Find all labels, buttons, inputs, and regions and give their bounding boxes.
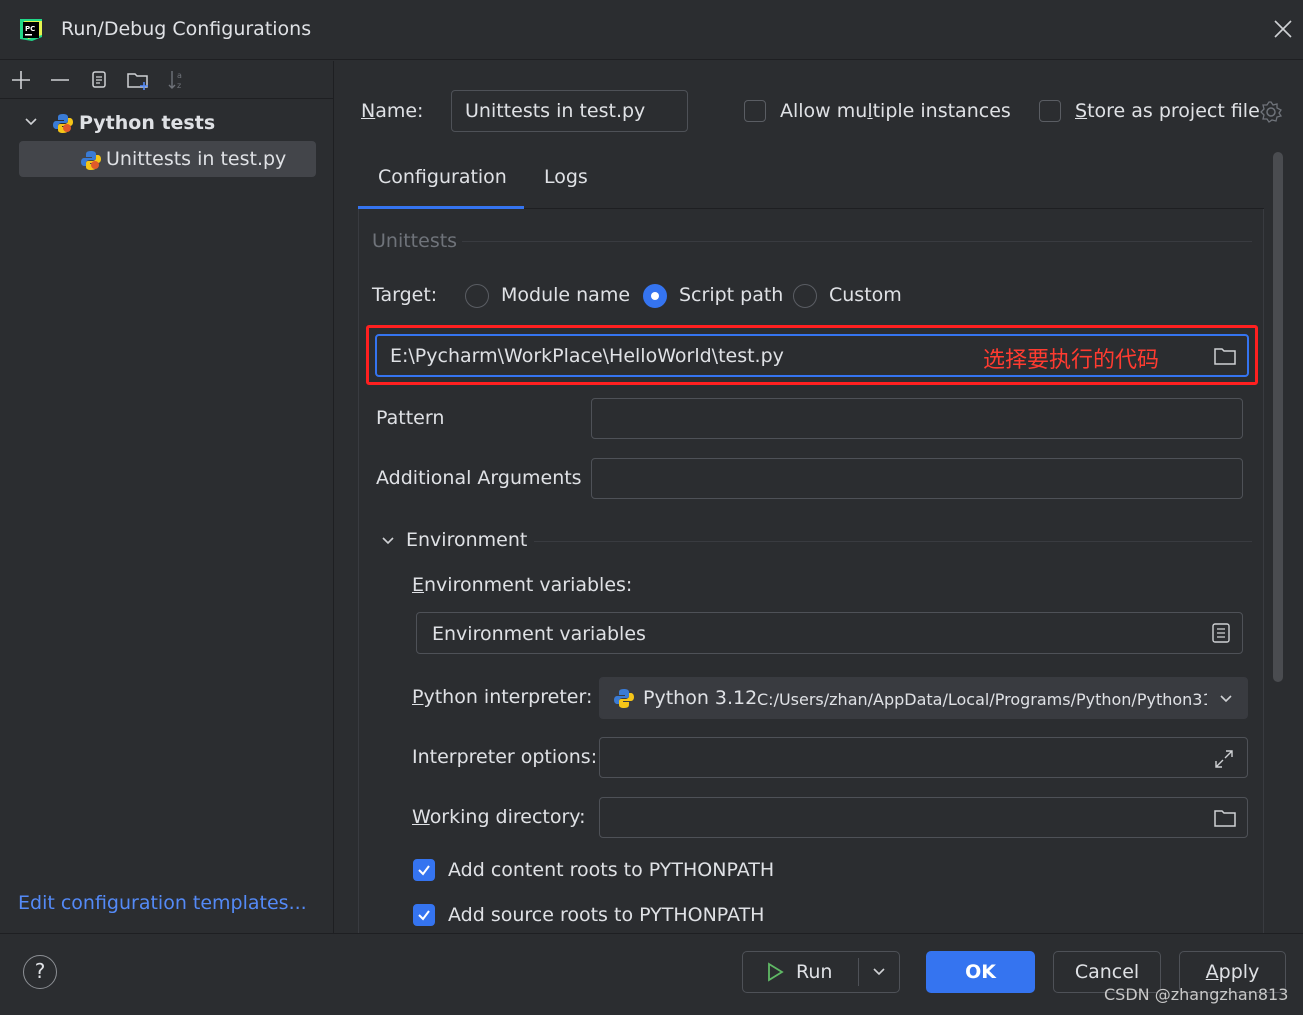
additional-arguments-input[interactable]: [591, 458, 1243, 499]
source-roots-label: Add source roots to PYTHONPATH: [448, 904, 765, 926]
copy-icon[interactable]: [86, 67, 112, 93]
watermark-text: CSDN @zhangzhan813: [1104, 985, 1289, 1004]
env-vars-label: Environment variables:: [412, 574, 633, 596]
folder-icon[interactable]: [1213, 344, 1237, 368]
run-button[interactable]: Run: [796, 961, 832, 983]
radio-script-path[interactable]: [643, 284, 667, 308]
chevron-down-icon[interactable]: [379, 532, 397, 550]
run-button-group: Run: [742, 951, 900, 993]
sort-icon[interactable]: a z: [164, 67, 190, 93]
allow-multiple-checkbox[interactable]: [744, 100, 766, 122]
check-icon: [418, 910, 430, 921]
edit-templates-link[interactable]: Edit configuration templates...: [18, 892, 307, 914]
chevron-down-icon[interactable]: [22, 113, 40, 131]
ok-button[interactable]: OK: [926, 951, 1035, 993]
radio-script-path-label: Script path: [679, 284, 784, 306]
radio-custom[interactable]: [793, 284, 817, 308]
svg-text:z: z: [177, 81, 181, 90]
expand-icon[interactable]: [1212, 747, 1236, 771]
env-vars-input[interactable]: Environment variables: [416, 612, 1243, 654]
remove-icon[interactable]: [47, 67, 73, 93]
add-icon[interactable]: [8, 67, 34, 93]
python-icon: [614, 689, 634, 708]
python-tests-icon: [53, 114, 73, 133]
script-path-value: E:\Pycharm\WorkPlace\HelloWorld\test.py: [390, 345, 784, 367]
env-vars-placeholder: Environment variables: [432, 623, 646, 645]
interpreter-options-label: Interpreter options:: [412, 746, 598, 768]
python-interpreter-dropdown[interactable]: Python 3.12 C:/Users/zhan/AppData/Local/…: [599, 677, 1248, 719]
tree-parent-label: Python tests: [79, 112, 216, 134]
folder-icon[interactable]: [1213, 806, 1237, 830]
source-roots-checkbox[interactable]: [413, 904, 435, 926]
interpreter-name: Python 3.12: [643, 687, 758, 709]
new-folder-icon[interactable]: [125, 67, 151, 93]
environment-section-title[interactable]: Environment: [406, 529, 527, 551]
python-icon: [81, 151, 101, 170]
content-roots-label: Add content roots to PYTHONPATH: [448, 859, 775, 881]
name-input-value: Unittests in test.py: [465, 100, 646, 122]
target-label: Target:: [372, 284, 438, 306]
section-separator: [462, 241, 1252, 242]
pycharm-logo-icon: PC: [20, 19, 42, 41]
tab-configuration[interactable]: Configuration: [378, 166, 507, 188]
tab-logs[interactable]: Logs: [544, 166, 588, 188]
check-icon: [418, 865, 430, 876]
additional-arguments-label: Additional Arguments: [376, 467, 582, 489]
working-directory-input[interactable]: [599, 797, 1248, 838]
chevron-down-icon[interactable]: [870, 963, 888, 981]
pattern-input[interactable]: [591, 398, 1243, 439]
list-icon[interactable]: [1209, 621, 1233, 645]
interpreter-options-input[interactable]: [599, 737, 1248, 778]
python-interpreter-label: Python interpreter:: [412, 686, 593, 708]
environment-separator: [534, 541, 1252, 542]
name-input[interactable]: Unittests in test.py: [451, 90, 688, 132]
annotation-text: 选择要执行的代码: [983, 348, 1160, 373]
vertical-scrollbar[interactable]: [1273, 152, 1283, 682]
chevron-down-icon: [1220, 695, 1232, 703]
name-label: Name:: [361, 100, 424, 122]
window-title: Run/Debug Configurations: [61, 18, 312, 40]
interpreter-path: C:/Users/zhan/AppData/Local/Programs/Pyt…: [757, 690, 1207, 709]
pattern-label: Pattern: [376, 407, 445, 429]
radio-module-name[interactable]: [465, 284, 489, 308]
svg-text:a: a: [177, 71, 182, 80]
allow-multiple-label: Allow multiple instances: [780, 100, 1011, 122]
working-directory-label: Working directory:: [412, 806, 586, 828]
section-title-unittests: Unittests: [372, 230, 458, 252]
tree-child-label: Unittests in test.py: [106, 148, 287, 170]
close-icon[interactable]: [1270, 16, 1296, 42]
run-button-divider: [858, 958, 859, 986]
gear-icon[interactable]: [1259, 100, 1283, 124]
radio-custom-label: Custom: [829, 284, 902, 306]
configurations-tree-panel: [0, 61, 334, 933]
store-project-file-checkbox[interactable]: [1039, 100, 1061, 122]
store-project-file-label: Store as project file: [1075, 100, 1260, 122]
content-roots-checkbox[interactable]: [413, 859, 435, 881]
help-button[interactable]: ?: [23, 955, 57, 989]
radio-module-name-label: Module name: [501, 284, 631, 306]
svg-text:PC: PC: [25, 25, 35, 33]
play-icon: [768, 962, 784, 982]
